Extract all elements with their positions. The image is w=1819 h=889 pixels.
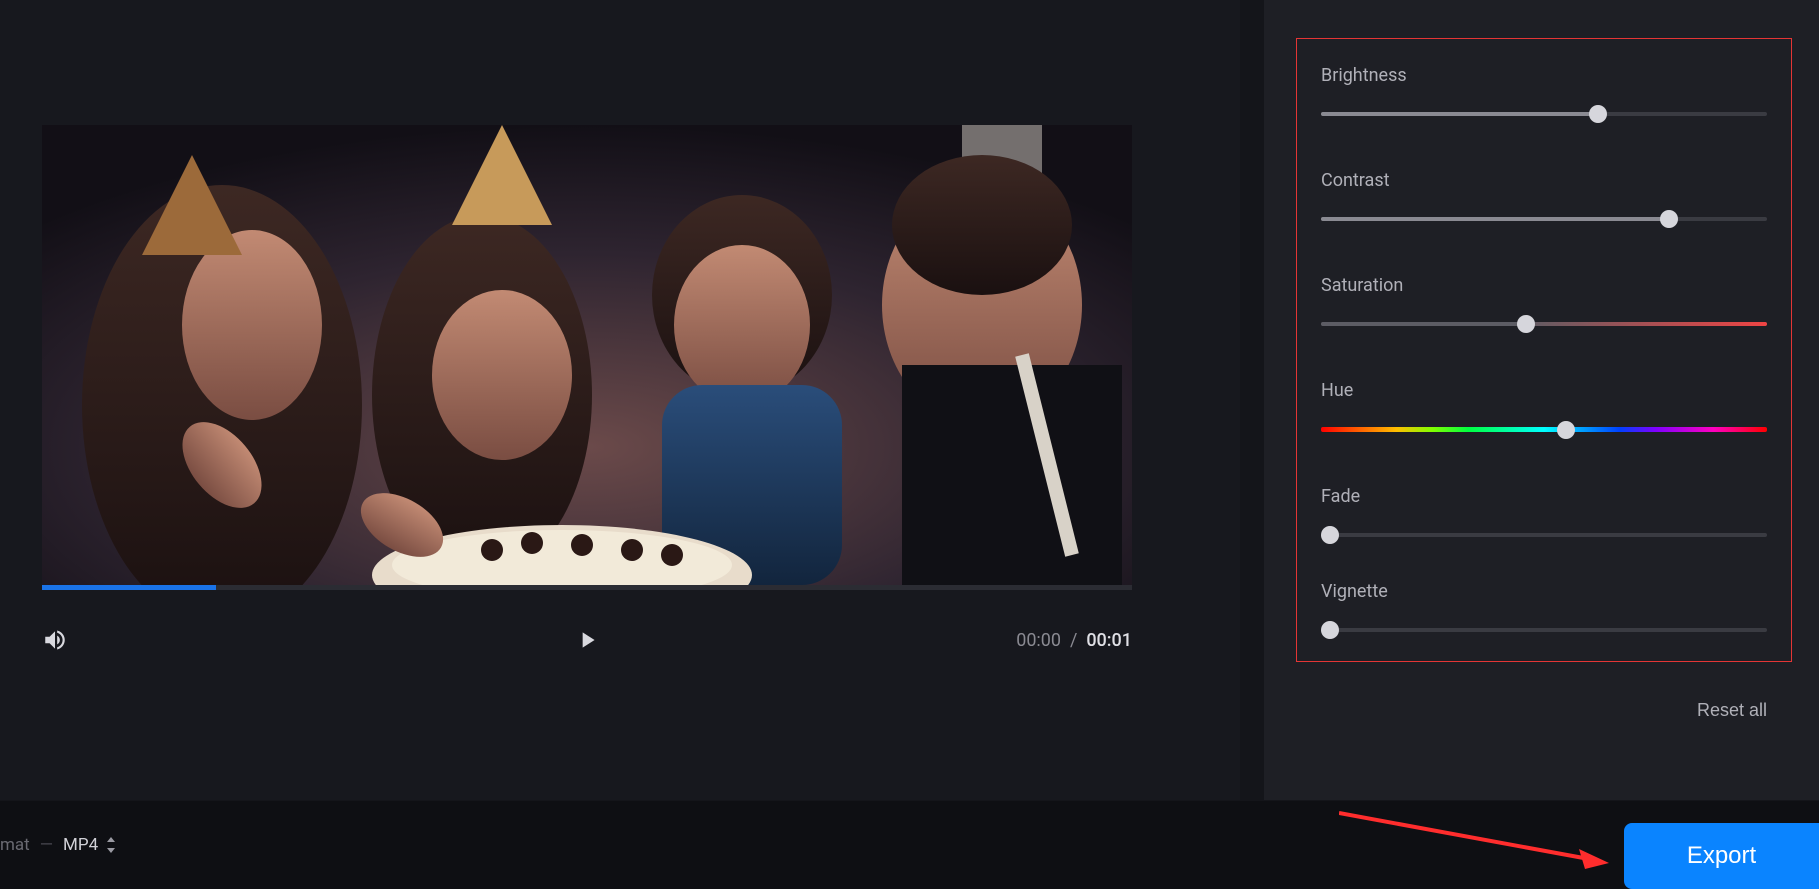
brightness-group: Brightness	[1321, 65, 1767, 116]
volume-icon[interactable]	[42, 627, 68, 653]
format-selector[interactable]: mat — MP4	[0, 835, 116, 855]
format-dash: —	[40, 835, 53, 855]
time-display: 00:00 / 00:01	[1016, 630, 1132, 651]
fade-label: Fade	[1321, 486, 1767, 507]
bottom-bar: mat — MP4	[0, 801, 1819, 889]
player-controls: 00:00 / 00:01	[42, 620, 1132, 660]
format-label: mat	[0, 835, 30, 855]
adjustments-sidebar: Brightness Contrast Saturation Hue	[1264, 0, 1819, 800]
reset-all-button[interactable]: Reset all	[1697, 700, 1767, 721]
hue-thumb[interactable]	[1557, 421, 1575, 439]
updown-icon	[106, 837, 116, 853]
video-progress-fill	[42, 585, 216, 590]
format-value-text: MP4	[63, 835, 98, 855]
saturation-label: Saturation	[1321, 275, 1767, 296]
saturation-fill	[1321, 322, 1767, 326]
video-preview[interactable]	[42, 125, 1132, 585]
video-frame-placeholder	[42, 125, 1132, 585]
vignette-group: Vignette	[1321, 581, 1767, 632]
contrast-slider[interactable]	[1321, 217, 1767, 221]
play-icon[interactable]	[574, 625, 600, 655]
hue-slider[interactable]	[1321, 427, 1767, 432]
fade-group: Fade	[1321, 486, 1767, 537]
brightness-fill	[1321, 112, 1598, 116]
contrast-thumb[interactable]	[1660, 210, 1678, 228]
saturation-thumb[interactable]	[1517, 315, 1535, 333]
hue-label: Hue	[1321, 380, 1767, 401]
current-time: 00:00	[1016, 630, 1061, 651]
time-separator: /	[1066, 630, 1087, 651]
fade-thumb[interactable]	[1321, 526, 1339, 544]
video-preview-area: 00:00 / 00:01	[0, 0, 1240, 800]
brightness-slider[interactable]	[1321, 112, 1767, 116]
contrast-label: Contrast	[1321, 170, 1767, 191]
video-progress-bar[interactable]	[42, 585, 1132, 590]
brightness-thumb[interactable]	[1589, 105, 1607, 123]
brightness-label: Brightness	[1321, 65, 1767, 86]
total-time: 00:01	[1086, 630, 1132, 651]
fade-slider[interactable]	[1321, 533, 1767, 537]
format-value[interactable]: MP4	[63, 835, 116, 855]
vignette-thumb[interactable]	[1321, 621, 1339, 639]
vignette-slider[interactable]	[1321, 628, 1767, 632]
saturation-slider[interactable]	[1321, 322, 1767, 326]
export-button[interactable]: Export	[1624, 823, 1819, 889]
hue-group: Hue	[1321, 380, 1767, 432]
contrast-group: Contrast	[1321, 170, 1767, 221]
contrast-fill	[1321, 217, 1669, 221]
saturation-group: Saturation	[1321, 275, 1767, 326]
adjustments-panel: Brightness Contrast Saturation Hue	[1296, 38, 1792, 662]
vignette-label: Vignette	[1321, 581, 1767, 602]
